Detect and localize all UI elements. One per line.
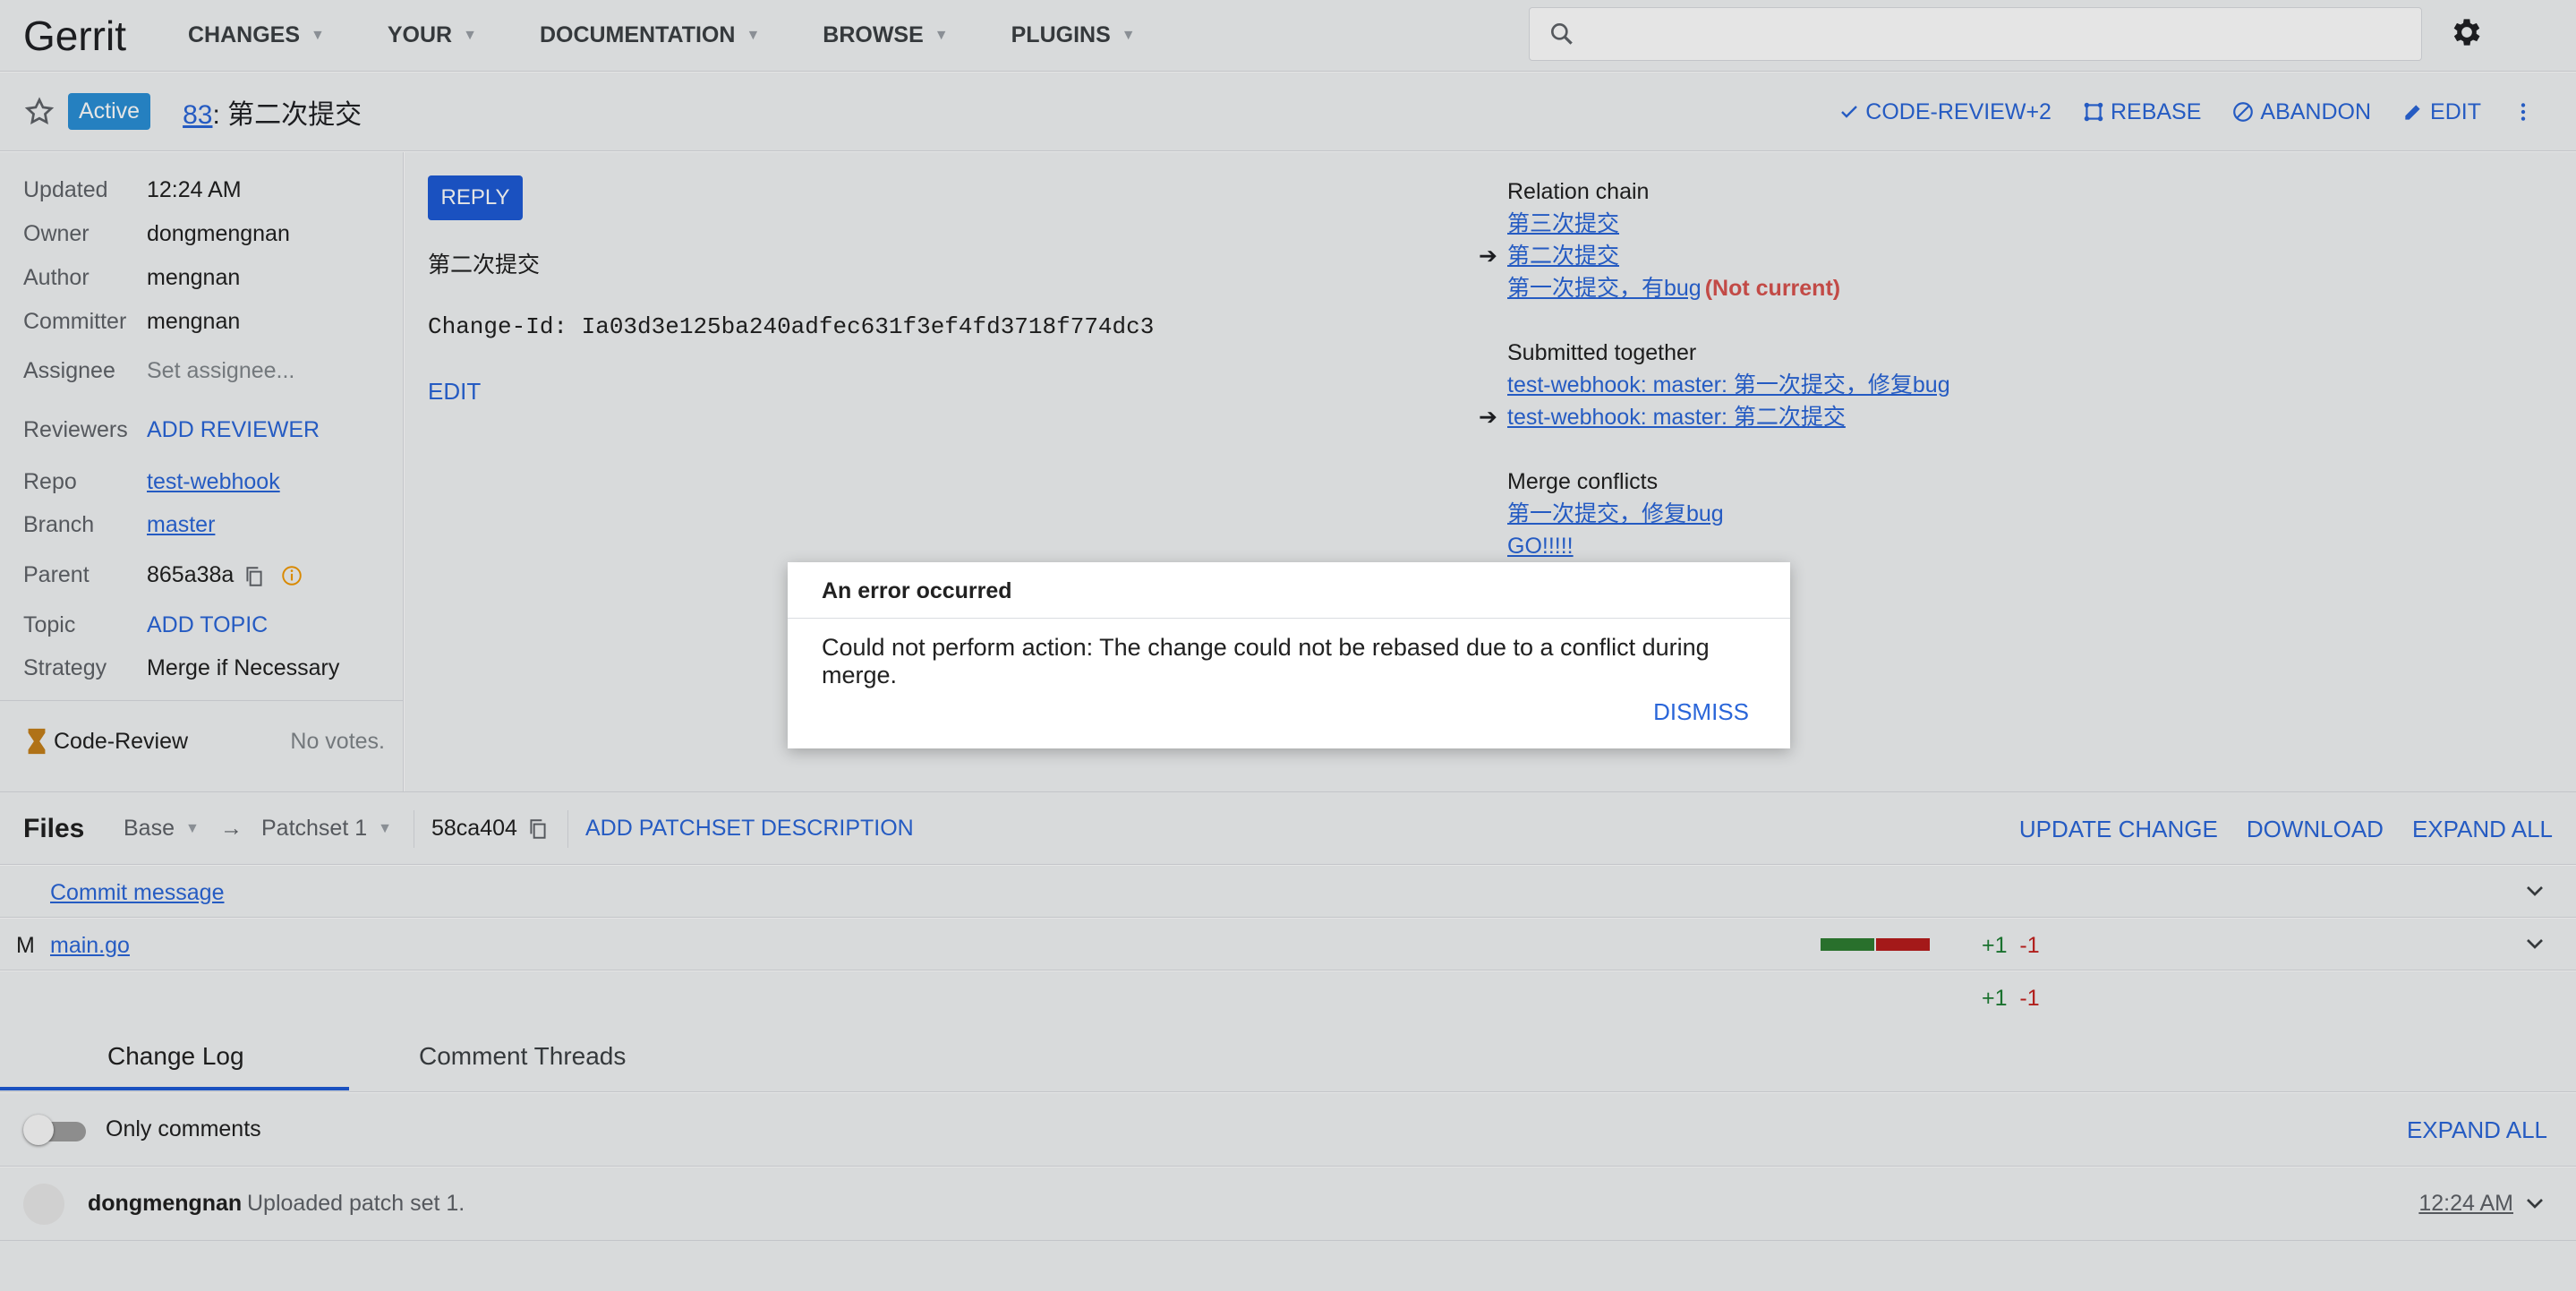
error-dialog: An error occurred Could not perform acti… <box>788 562 1790 748</box>
dialog-title: An error occurred <box>822 578 1012 603</box>
divider <box>788 618 1790 619</box>
dialog-message: Could not perform action: The change cou… <box>822 634 1710 688</box>
dismiss-button[interactable]: DISMISS <box>1653 698 1749 726</box>
